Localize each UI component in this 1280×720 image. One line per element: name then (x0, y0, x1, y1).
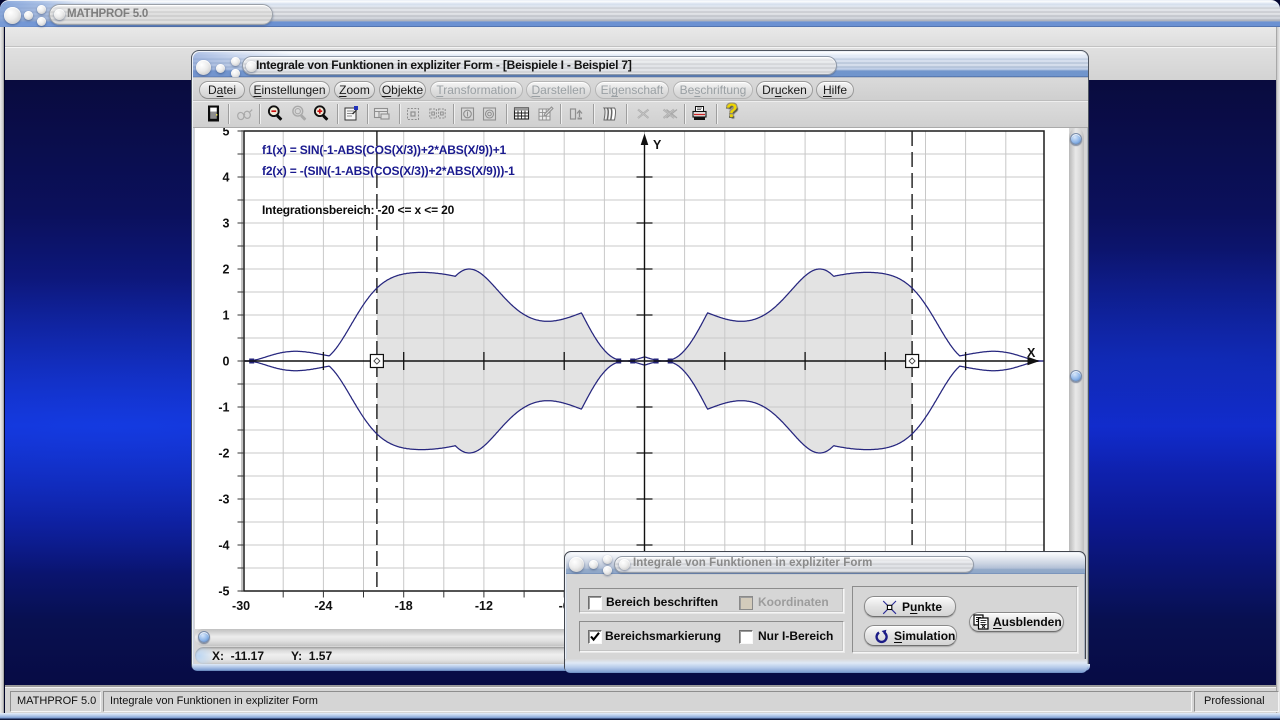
svg-text:3: 3 (223, 217, 230, 231)
svg-text:5: 5 (223, 128, 230, 139)
svg-text:-1: -1 (218, 401, 229, 415)
svg-text:f1(x) = SIN(-1-ABS(COS(X/3))+2: f1(x) = SIN(-1-ABS(COS(X/3))+2*ABS(X/9))… (262, 143, 507, 157)
svg-text:-30: -30 (232, 599, 250, 613)
svg-text:1: 1 (223, 309, 230, 323)
svg-text:-18: -18 (395, 599, 413, 613)
svg-text:0: 0 (223, 355, 230, 369)
svg-text:-3: -3 (218, 493, 229, 507)
svg-text:Y: Y (653, 138, 662, 152)
svg-text:2: 2 (223, 263, 230, 277)
svg-text:Integrationsbereich: -20 <= x: Integrationsbereich: -20 <= x <= 20 (262, 203, 455, 217)
svg-text:X: X (1027, 346, 1036, 360)
svg-text:4: 4 (223, 171, 230, 185)
svg-text:-2: -2 (218, 447, 229, 461)
svg-text:-12: -12 (475, 599, 493, 613)
svg-text:-5: -5 (218, 585, 229, 599)
svg-text:-4: -4 (218, 539, 229, 553)
svg-text:f2(x) = -(SIN(-1-ABS(COS(X/3)): f2(x) = -(SIN(-1-ABS(COS(X/3))+2*ABS(X/9… (262, 164, 515, 178)
svg-text:-24: -24 (314, 599, 332, 613)
